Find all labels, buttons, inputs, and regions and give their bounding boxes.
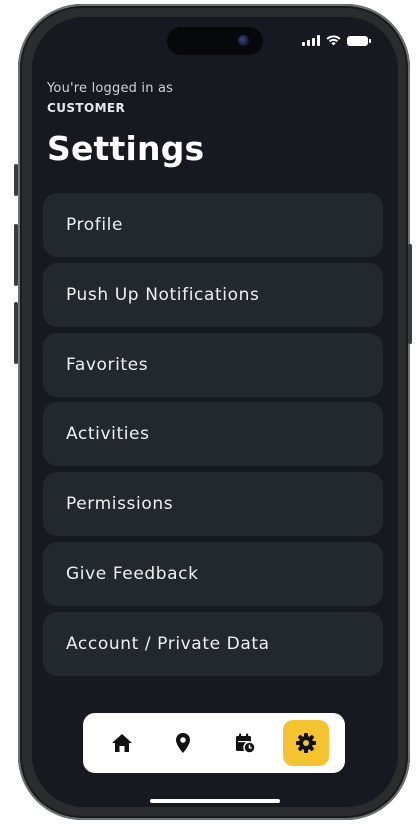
tab-home[interactable] (99, 720, 145, 766)
tab-settings[interactable] (283, 720, 330, 766)
tab-bookings[interactable] (222, 720, 268, 766)
gear-icon (296, 733, 317, 753)
menu-item-activities[interactable]: Activities (43, 402, 383, 467)
logged-in-label: You're logged in as (47, 81, 174, 96)
page-title: Settings (47, 129, 205, 168)
menu-item-permissions[interactable]: Permissions (43, 472, 383, 537)
settings-menu: Profile Push Up Notifications Favorites … (43, 193, 383, 682)
menu-item-give-feedback[interactable]: Give Feedback (43, 541, 383, 606)
signal-icon (302, 35, 320, 46)
status-bar (302, 35, 371, 46)
app-screen: You're logged in as CUSTOMER Settings Pr… (32, 17, 398, 807)
action-button (14, 164, 18, 196)
menu-item-profile[interactable]: Profile (43, 193, 383, 257)
tab-map[interactable] (160, 720, 206, 766)
wifi-icon (326, 35, 341, 46)
bottom-tab-bar (83, 713, 345, 773)
home-icon (111, 734, 132, 752)
calendar-clock-icon (235, 733, 256, 754)
camera-icon (238, 35, 249, 46)
menu-item-favorites[interactable]: Favorites (43, 332, 383, 397)
volume-up-button (14, 224, 18, 286)
volume-down-button (14, 302, 18, 364)
power-button (408, 244, 412, 344)
dynamic-island (167, 27, 263, 55)
menu-item-account-private-data[interactable]: Account / Private Data (43, 611, 383, 676)
location-pin-icon (176, 733, 191, 753)
menu-item-push-notifications[interactable]: Push Up Notifications (43, 262, 383, 327)
battery-icon (347, 35, 371, 46)
home-indicator[interactable] (150, 799, 280, 803)
user-role: CUSTOMER (47, 101, 126, 115)
